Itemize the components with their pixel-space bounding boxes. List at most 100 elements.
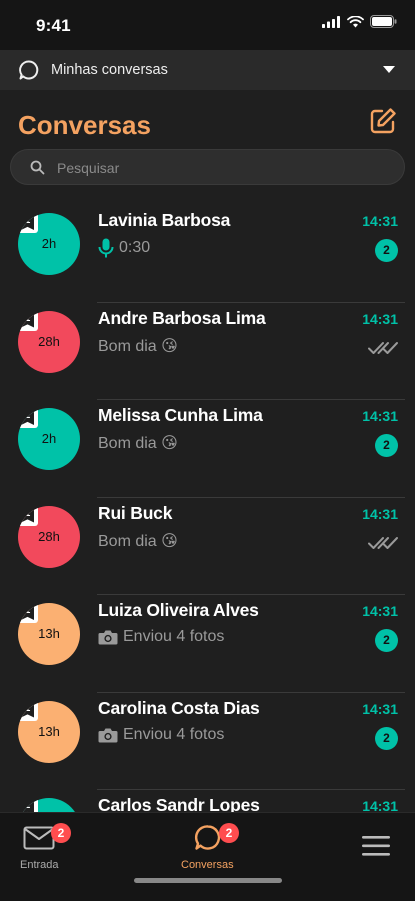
contact-name: Andre Barbosa Lima — [98, 307, 266, 328]
message-time: 14:31 — [362, 700, 398, 717]
mail-icon — [23, 826, 55, 850]
search-bar[interactable] — [10, 149, 405, 185]
tab-conversas-badge: 2 — [219, 823, 239, 843]
queue-badge: 1 — [18, 213, 38, 233]
menu-icon — [362, 836, 390, 856]
wait-time: 2h — [41, 431, 57, 446]
contact-avatar: 2 — [18, 798, 80, 812]
queue-number: 1 — [24, 215, 31, 226]
contact-name: Melissa Cunha Lima — [98, 405, 263, 425]
conversation-item[interactable]: 1 13h Carolina Costa Dias Enviou 4 fotos 14:… — [0, 693, 415, 790]
message-preview-text: Bom dia 😘 — [98, 435, 178, 452]
message-preview-text: Enviou 4 fotos — [123, 725, 225, 743]
main-content: Conversas 12hLavinia Barbosa0:3014:31212… — [0, 90, 415, 812]
tab-conversas[interactable]: 2 Conversas — [168, 813, 248, 883]
chat-bubble-icon — [194, 825, 221, 850]
microphone-icon — [98, 238, 114, 258]
contact-avatar: 2 2h — [18, 408, 80, 470]
queue-badge: 1 — [18, 603, 38, 623]
conversation-item[interactable]: 1 2h Lavinia Barbosa 0:30 14:31 2 — [0, 205, 415, 303]
queue-number: 2 — [24, 800, 31, 811]
tab-conversas-label: Conversas — [181, 859, 234, 871]
caret-down-icon — [383, 66, 395, 73]
contact-avatar: 1 2h — [18, 213, 80, 275]
wait-time: 2h — [41, 236, 57, 251]
camera-icon — [98, 630, 118, 645]
message-preview-text: Bom dia 😘 — [98, 337, 178, 355]
message-preview: Bom dia 😘 — [98, 531, 178, 551]
message-time: 14:31 — [362, 603, 398, 619]
message-time: 14:31 — [362, 798, 398, 812]
home-indicator — [134, 878, 282, 883]
search-input[interactable] — [55, 157, 389, 179]
contact-name: Luiza Oliveira Alves — [98, 600, 259, 620]
battery-icon — [370, 15, 397, 28]
message-time: 14:31 — [362, 310, 398, 327]
queue-badge: 1 — [18, 700, 38, 721]
contact-avatar: 1 13h — [18, 700, 80, 763]
search-icon — [30, 160, 45, 175]
wait-time: 13h — [38, 626, 60, 641]
message-preview-text: 0:30 — [119, 239, 151, 256]
contact-name: Rui Buck — [98, 502, 173, 523]
status-time: 9:41 — [36, 16, 71, 35]
queue-number: 1 — [24, 605, 31, 616]
contact-avatar: 1 28h — [18, 310, 80, 373]
contact-avatar: 1 28h — [18, 505, 80, 568]
page-title: Conversas — [18, 110, 151, 140]
conversation-item[interactable]: 1 28h Rui Buck Bom dia 😘 14:31 — [0, 498, 415, 595]
tab-entrada-label: Entrada — [20, 859, 59, 871]
contact-name: Lavinia Barbosa — [98, 210, 231, 230]
chat-bubble-icon — [19, 60, 39, 80]
queue-badge: 2 — [18, 798, 38, 812]
message-time: 14:31 — [362, 408, 398, 424]
queue-number: 1 — [24, 507, 31, 519]
message-preview-text: Bom dia 😘 — [98, 532, 178, 550]
cellular-signal-icon — [322, 15, 340, 28]
unread-count-badge: 2 — [375, 434, 398, 457]
conversation-filter-label: Minhas conversas — [51, 62, 168, 78]
message-time: 14:31 — [362, 213, 398, 229]
camera-icon — [98, 728, 118, 742]
menu-button[interactable] — [350, 813, 405, 883]
read-receipt-icon — [368, 341, 398, 354]
queue-badge: 1 — [18, 505, 38, 526]
tab-entrada-badge: 2 — [51, 823, 71, 843]
conversation-item[interactable]: 2 Carlos Sandr Lopes 14:31 — [0, 790, 415, 812]
conversation-filter-dropdown[interactable]: Minhas conversas — [0, 50, 415, 90]
message-preview: Bom dia 😘 — [98, 336, 178, 356]
message-preview: Enviou 4 fotos — [98, 628, 224, 646]
queue-badge: 2 — [18, 408, 38, 428]
contact-name: Carolina Costa Dias — [98, 697, 260, 718]
tab-bar: 2 Entrada 2 Conversas — [0, 812, 415, 901]
status-bar: 9:41 — [0, 0, 415, 50]
read-receipt-icon — [368, 536, 398, 549]
message-preview: Bom dia 😘 — [98, 433, 178, 453]
tab-entrada[interactable]: 2 Entrada — [0, 813, 80, 883]
queue-number: 1 — [24, 702, 31, 714]
unread-count-badge: 2 — [375, 629, 398, 652]
wait-time: 28h — [38, 528, 60, 544]
compose-icon[interactable] — [369, 107, 397, 135]
read-receipt — [368, 536, 398, 555]
wait-time: 13h — [38, 723, 60, 739]
message-preview-text: Enviou 4 fotos — [123, 628, 225, 645]
contact-avatar: 1 13h — [18, 603, 80, 665]
read-receipt — [368, 341, 398, 360]
conversation-item[interactable]: 1 28h Andre Barbosa Lima Bom dia 😘 14:31 — [0, 303, 415, 400]
wait-time: 28h — [38, 333, 60, 349]
conversation-list: 1 2h Lavinia Barbosa 0:30 14:31 2 1 28h Andre Ba… — [0, 205, 415, 812]
status-icons — [322, 15, 397, 28]
unread-count-badge: 2 — [375, 239, 398, 262]
message-preview: 0:30 — [98, 238, 150, 258]
message-time: 14:31 — [362, 505, 398, 522]
queue-number: 1 — [24, 312, 31, 324]
queue-number: 2 — [24, 410, 31, 421]
message-preview: Enviou 4 fotos — [98, 726, 224, 744]
queue-badge: 1 — [18, 310, 38, 331]
wifi-icon — [347, 15, 364, 27]
contact-name: Carlos Sandr Lopes — [98, 795, 260, 812]
conversation-item[interactable]: 2 2h Melissa Cunha Lima Bom dia 😘 14:31 2 — [0, 400, 415, 498]
conversation-item[interactable]: 1 13h Luiza Oliveira Alves Enviou 4 fotos 14… — [0, 595, 415, 693]
unread-count-badge: 2 — [375, 726, 398, 750]
